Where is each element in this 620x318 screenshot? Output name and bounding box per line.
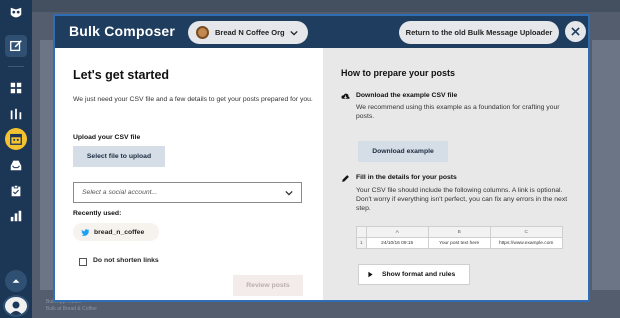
compose-icon[interactable] [5, 35, 27, 57]
table-corner-cell [356, 226, 367, 238]
setup-description: We just need your CSV file and a few det… [73, 96, 313, 103]
background-card [592, 40, 620, 290]
chevron-down-icon [285, 190, 293, 196]
bulk-composer-modal: Bulk Composer Bread N Coffee Org Return … [53, 14, 590, 302]
table-cell-date: 24/10/16 09:15 [365, 237, 429, 249]
streams-icon[interactable] [5, 103, 27, 125]
dashboard-icon[interactable] [5, 77, 27, 99]
chevron-down-icon [290, 30, 298, 36]
close-button[interactable] [565, 21, 586, 42]
modal-header: Bulk Composer Bread N Coffee Org Return … [55, 16, 588, 48]
select-file-button[interactable]: Select file to upload [73, 146, 165, 167]
column-header: B [427, 226, 491, 238]
column-header: C [489, 226, 563, 238]
recent-account-name: bread_n_coffee [94, 228, 145, 236]
avatar[interactable] [3, 295, 29, 317]
pencil-icon [342, 175, 349, 182]
triangle-right-icon [368, 271, 373, 278]
review-posts-button[interactable]: Review posts [233, 275, 303, 296]
cloud-download-icon [341, 93, 350, 99]
chevron-up-icon[interactable] [5, 270, 27, 292]
shorten-links-checkbox[interactable] [79, 258, 87, 266]
table-cell-text: Your post text here [427, 237, 491, 249]
instructions-pane: How to prepare your posts Download the e… [323, 48, 588, 300]
download-example-button[interactable]: Download example [358, 141, 448, 162]
recently-used-label: Recently used: [73, 210, 122, 217]
social-account-placeholder: Select a social account... [82, 189, 158, 196]
instructions-title: How to prepare your posts [341, 68, 456, 78]
twitter-icon [81, 228, 90, 236]
setup-pane: Let's get started We just need your CSV … [55, 48, 323, 300]
column-header: A [365, 226, 429, 238]
step2-text: Your CSV file should include the followi… [356, 187, 568, 212]
return-old-uploader-button[interactable]: Return to the old Bulk Message Uploader [399, 21, 559, 44]
owl-logo-icon[interactable] [7, 4, 25, 22]
upload-label: Upload your CSV file [73, 134, 141, 141]
close-icon [571, 27, 580, 36]
sidebar-divider [8, 66, 24, 67]
step2-title: Fill in the details for your posts [356, 174, 457, 181]
modal-title: Bulk Composer [69, 23, 176, 39]
org-name: Bread N Coffee Org [215, 28, 285, 37]
show-format-rules-label: Show format and rules [382, 271, 456, 278]
analytics-icon[interactable] [5, 205, 27, 227]
sample-csv-table: A B C 1 24/10/16 09:15 Your post text he… [356, 226, 563, 249]
recent-account-chip[interactable]: bread_n_coffee [73, 223, 159, 241]
app-sidebar [0, 0, 32, 318]
assignments-icon[interactable] [5, 180, 27, 202]
app-topbar [32, 0, 620, 12]
background-line: Bulk at Bread & Coffee [46, 306, 97, 312]
org-selector[interactable]: Bread N Coffee Org [188, 21, 308, 44]
org-logo-icon [196, 26, 209, 39]
step1-text: We recommend using this example as a fou… [356, 104, 560, 120]
social-account-select[interactable]: Select a social account... [73, 182, 302, 203]
publisher-calendar-icon[interactable] [5, 128, 27, 150]
page-title: Let's get started [73, 68, 170, 82]
table-header-row: A B C [356, 226, 563, 238]
step1-title: Download the example CSV file [356, 92, 458, 99]
shorten-links-label: Do not shorten links [93, 257, 159, 264]
table-row: 1 24/10/16 09:15 Your post text here htt… [356, 237, 563, 249]
background-card [40, 40, 54, 290]
inbox-icon[interactable] [5, 154, 27, 176]
table-cell-link: https://www.example.com [489, 237, 563, 249]
show-format-rules-button[interactable]: Show format and rules [358, 264, 470, 285]
row-number: 1 [356, 237, 367, 249]
